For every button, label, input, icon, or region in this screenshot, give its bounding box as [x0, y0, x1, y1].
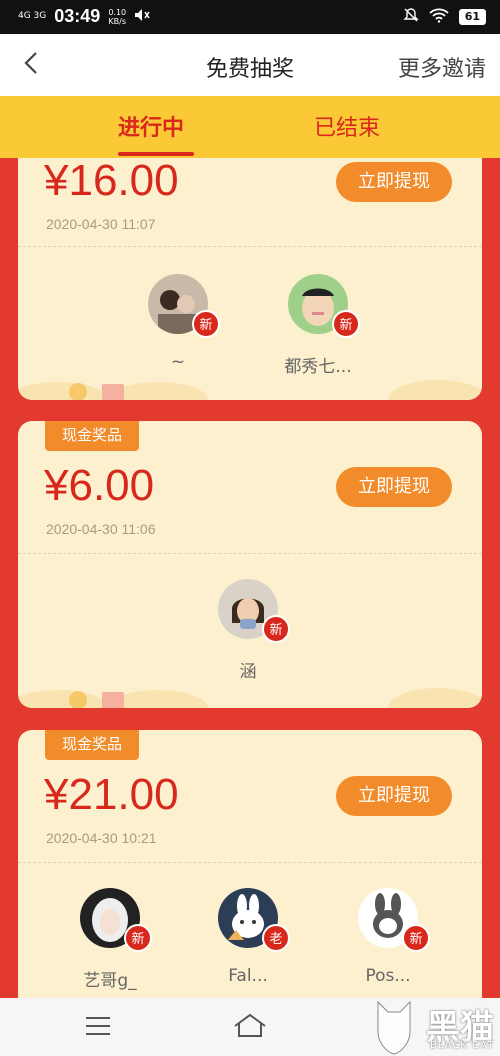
avatar: 新	[148, 274, 220, 338]
prize-card: ¥16.00 2020-04-30 11:07 立即提现 新 ~ 新 都秀七..…	[18, 158, 482, 400]
network-indicator: 4G 3G	[18, 11, 47, 21]
status-bar: 4G 3G 03:49 0.10 KB/s 61	[0, 0, 500, 34]
prize-date: 2020-04-30 10:21	[46, 830, 157, 846]
status-time: 03:49	[54, 6, 101, 26]
new-badge: 新	[124, 924, 152, 952]
participant[interactable]: 新 Pos...	[328, 888, 448, 986]
tab-bar: 进行中 已结束	[0, 96, 500, 158]
prize-amount: ¥21.00	[44, 770, 179, 819]
avatar: 老	[218, 888, 290, 952]
old-user-badge: 老	[262, 924, 290, 952]
prize-amount: ¥6.00	[44, 461, 155, 510]
participant[interactable]: 新 ~	[118, 274, 238, 372]
network-speed: 0.10 KB/s	[108, 7, 127, 26]
participant-name: 艺哥g_	[83, 971, 137, 991]
withdraw-button[interactable]: 立即提现	[336, 467, 452, 507]
menu-icon[interactable]	[86, 1016, 110, 1040]
prize-card: 现金奖品 ¥21.00 2020-04-30 10:21 立即提现 新 艺哥g_…	[18, 730, 482, 998]
card-divider	[18, 246, 482, 247]
prize-amount: ¥16.00	[44, 158, 179, 205]
participant-name: ~	[170, 352, 186, 372]
avatar: 新	[218, 579, 290, 643]
participant[interactable]: 新 都秀七...	[258, 274, 378, 377]
more-invites-link[interactable]: 更多邀请	[398, 51, 486, 83]
prize-card: 现金奖品 ¥6.00 2020-04-30 11:06 立即提现 新 涵	[18, 421, 482, 708]
do-not-disturb-icon	[402, 7, 419, 27]
card-divider	[18, 553, 482, 554]
active-tab-indicator	[118, 152, 194, 156]
withdraw-button[interactable]: 立即提现	[336, 162, 452, 202]
home-icon[interactable]	[233, 1012, 267, 1042]
battery-indicator: 61	[458, 9, 486, 25]
cash-prize-badge: 现金奖品	[45, 730, 139, 760]
wifi-icon	[429, 7, 449, 27]
mute-icon	[134, 8, 150, 26]
participant[interactable]: 新 艺哥g_	[50, 888, 170, 991]
watermark-subtext: BLACK CAT	[430, 1040, 495, 1051]
card-divider	[18, 862, 482, 863]
new-badge: 新	[332, 310, 360, 338]
prize-list[interactable]: ¥16.00 2020-04-30 11:07 立即提现 新 ~ 新 都秀七..…	[0, 158, 500, 998]
participant-name: Fal...	[228, 966, 268, 986]
new-badge: 新	[402, 924, 430, 952]
card-decoration	[18, 688, 482, 708]
participant[interactable]: 新 涵	[188, 579, 308, 682]
new-badge: 新	[262, 615, 290, 643]
avatar: 新	[358, 888, 430, 952]
card-decoration	[18, 380, 482, 400]
prize-date: 2020-04-30 11:07	[46, 216, 156, 232]
prize-date: 2020-04-30 11:06	[46, 521, 156, 537]
tab-in-progress[interactable]: 进行中	[118, 110, 184, 142]
cash-prize-badge: 现金奖品	[45, 421, 139, 451]
avatar: 新	[288, 274, 360, 338]
participant[interactable]: 老 Fal...	[188, 888, 308, 986]
avatar: 新	[80, 888, 152, 952]
participant-name: Pos...	[365, 966, 411, 986]
new-badge: 新	[192, 310, 220, 338]
header-bar: 免费抽奖 更多邀请	[0, 34, 500, 96]
tab-ended[interactable]: 已结束	[314, 110, 380, 142]
withdraw-button[interactable]: 立即提现	[336, 776, 452, 816]
